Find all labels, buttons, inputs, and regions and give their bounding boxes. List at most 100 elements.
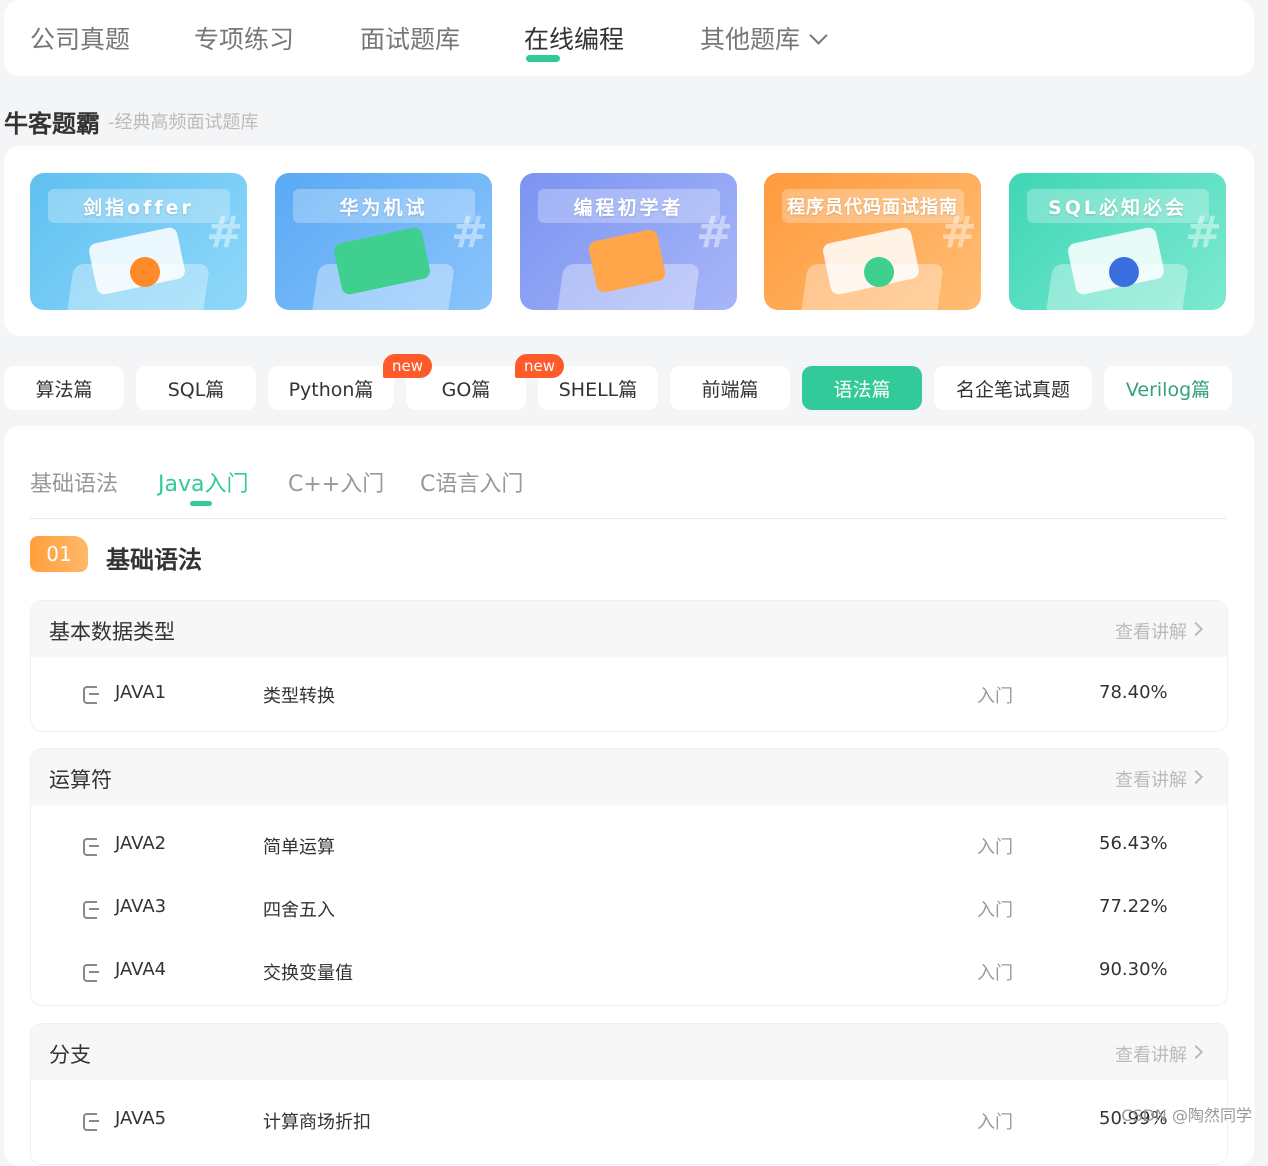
problem-name[interactable]: 类型转换	[263, 682, 335, 708]
table-row[interactable]: JAVA2 简单运算 入门 56.43%	[31, 813, 1227, 876]
subtab-label: C语言入门	[420, 472, 524, 497]
nav-label: 在线编程	[524, 25, 625, 54]
nav-company-questions[interactable]: 公司真题	[30, 20, 130, 56]
pass-rate: 56.43%	[1099, 833, 1168, 854]
problem-level: 入门	[977, 900, 1013, 921]
problem-icon	[83, 838, 99, 856]
chevron-right-icon	[1188, 1044, 1204, 1060]
category-label: SHELL篇	[558, 378, 638, 401]
problem-id: JAVA1	[115, 682, 167, 703]
category-label: Python篇	[288, 378, 374, 401]
nav-label: 其他题库	[700, 25, 801, 54]
section-title: 基础语法	[106, 546, 202, 574]
nav-interview-bank[interactable]: 面试题库	[360, 20, 460, 56]
problem-id: JAVA2	[115, 833, 167, 854]
problem-level: 入门	[977, 837, 1013, 858]
problem-id: JAVA3	[115, 896, 167, 917]
subtab-label: Java入门	[158, 472, 249, 497]
category-label: GO篇	[441, 378, 491, 401]
pass-rate: 90.30%	[1099, 959, 1168, 980]
problem-name[interactable]: 交换变量值	[263, 959, 353, 985]
section-number: 01	[30, 536, 88, 572]
group-header: 分支 查看讲解	[31, 1024, 1227, 1080]
active-underline	[526, 55, 560, 62]
problem-level: 入门	[977, 963, 1013, 984]
problem-icon	[83, 964, 99, 982]
banner-huawei-exam[interactable]: 华为机试 #	[275, 173, 492, 310]
category-python[interactable]: Python篇	[268, 366, 394, 410]
view-explanation-link[interactable]: 查看讲解	[1115, 1041, 1187, 1067]
chevron-down-icon	[809, 26, 828, 45]
top-nav: 公司真题 专项练习 面试题库 在线编程 其他题库	[4, 0, 1254, 76]
problem-icon	[83, 1113, 99, 1131]
table-row[interactable]: JAVA3 四舍五入 入门 77.22%	[31, 876, 1227, 939]
category-company-written[interactable]: 名企笔试真题	[934, 366, 1092, 410]
view-explanation-link[interactable]: 查看讲解	[1115, 618, 1187, 644]
nav-label: 面试题库	[360, 25, 461, 54]
chevron-right-icon	[1188, 621, 1204, 637]
table-row[interactable]: JAVA1 类型转换 入门 78.40%	[31, 657, 1227, 729]
problem-icon	[83, 901, 99, 919]
subtab-label: C++入门	[288, 472, 385, 497]
page-title: 牛客题霸	[4, 110, 100, 138]
problem-name[interactable]: 四舍五入	[263, 896, 335, 922]
category-sql[interactable]: SQL篇	[136, 366, 256, 410]
category-label: Verilog篇	[1125, 378, 1211, 401]
star-badge-icon	[864, 257, 894, 287]
category-label: SQL篇	[167, 378, 225, 401]
problem-icon	[83, 686, 99, 704]
watermark: CSDN @陶然同学	[1121, 1106, 1252, 1125]
page-subtitle: -经典高频面试题库	[108, 112, 259, 133]
subtab-cpp-intro[interactable]: C++入门	[288, 466, 384, 498]
subtab-c-intro[interactable]: C语言入门	[420, 466, 523, 498]
hash-icon: #	[451, 207, 488, 258]
group-header: 基本数据类型 查看讲解	[31, 601, 1227, 657]
subtab-label: 基础语法	[30, 472, 119, 497]
group-title: 运算符	[49, 768, 112, 792]
subtab-basic-syntax[interactable]: 基础语法	[30, 466, 118, 498]
group-title: 基本数据类型	[49, 620, 175, 644]
hash-icon: #	[1185, 207, 1222, 258]
category-verilog[interactable]: Verilog篇	[1104, 366, 1232, 410]
banner-sql[interactable]: SQL必知必会 #	[1009, 173, 1226, 310]
category-algorithm[interactable]: 算法篇	[4, 366, 124, 410]
active-underline	[190, 501, 212, 506]
banner-jianzhi-offer[interactable]: 剑指offer #	[30, 173, 247, 310]
banner-coder-guide[interactable]: 程序员代码面试指南 #	[764, 173, 981, 310]
problem-name[interactable]: 计算商场折扣	[263, 1108, 371, 1134]
problem-name[interactable]: 简单运算	[263, 833, 335, 859]
problem-id: JAVA4	[115, 959, 167, 980]
category-frontend[interactable]: 前端篇	[670, 366, 790, 410]
nav-online-coding[interactable]: 在线编程	[524, 20, 625, 62]
nav-special-practice[interactable]: 专项练习	[194, 20, 294, 56]
group-header: 运算符 查看讲解	[31, 749, 1227, 805]
hash-icon: #	[206, 207, 243, 258]
group-branch: 分支 查看讲解 JAVA5 计算商场折扣 入门 50.99%	[30, 1023, 1228, 1165]
new-badge: new	[383, 354, 433, 378]
category-label: 语法篇	[833, 378, 891, 401]
group-title: 分支	[49, 1043, 91, 1067]
banner-row: 剑指offer # 华为机试 # 编程初学者 # 程序员代码面试指南 # SQL…	[4, 146, 1254, 336]
group-basic-data-types: 基本数据类型 查看讲解 JAVA1 类型转换 入门 78.40%	[30, 600, 1228, 732]
divider	[30, 518, 1226, 519]
table-row[interactable]: JAVA4 交换变量值 入门 90.30%	[31, 939, 1227, 1002]
hash-icon: #	[940, 207, 977, 258]
category-label: 前端篇	[701, 378, 759, 401]
nav-other-banks[interactable]: 其他题库	[700, 20, 828, 56]
problem-id: JAVA5	[115, 1108, 167, 1129]
table-row[interactable]: JAVA5 计算商场折扣 入门 50.99%	[31, 1088, 1227, 1151]
view-explanation-link[interactable]: 查看讲解	[1115, 766, 1187, 792]
banner-beginner[interactable]: 编程初学者 #	[520, 173, 737, 310]
nav-label: 公司真题	[30, 25, 131, 54]
badge-illustration	[1109, 257, 1139, 287]
subtab-java-intro[interactable]: Java入门	[158, 466, 249, 506]
problem-level: 入门	[977, 1112, 1013, 1133]
category-syntax[interactable]: 语法篇	[802, 366, 922, 410]
pass-rate: 77.22%	[1099, 896, 1168, 917]
category-label: 算法篇	[35, 378, 93, 401]
badge-illustration	[130, 257, 160, 287]
chevron-right-icon	[1188, 769, 1204, 785]
pass-rate: 78.40%	[1099, 682, 1168, 703]
group-operators: 运算符 查看讲解 JAVA2 简单运算 入门 56.43% JAVA3 四舍五入…	[30, 748, 1228, 1006]
new-badge: new	[515, 354, 565, 378]
